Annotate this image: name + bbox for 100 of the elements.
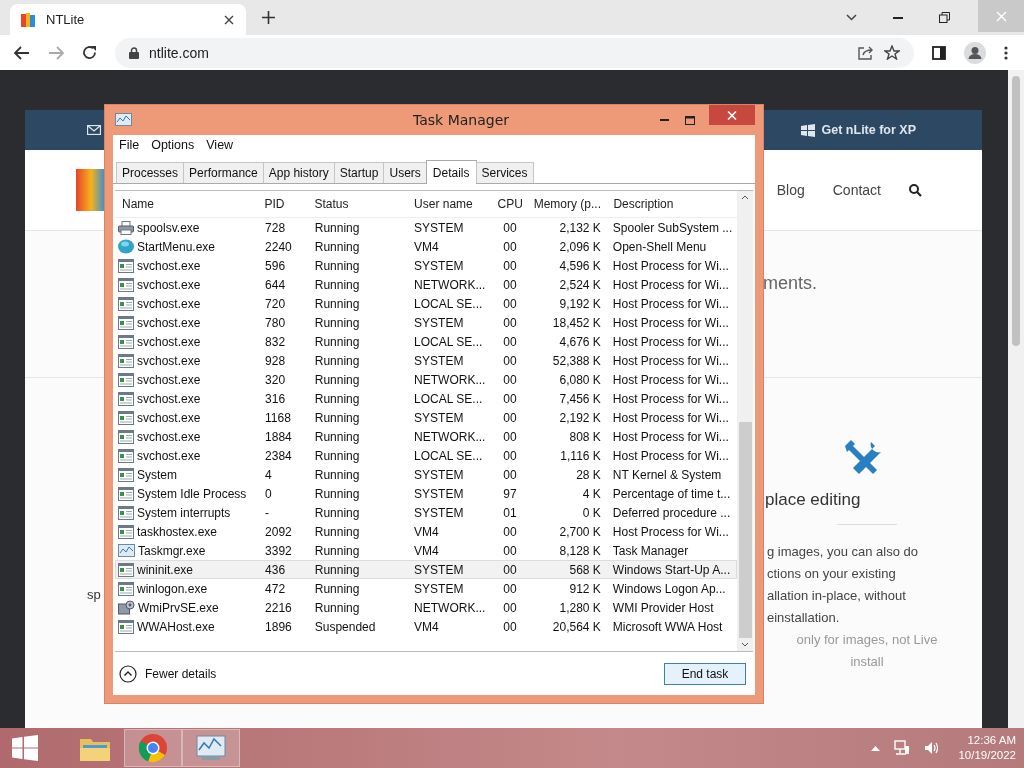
column-header[interactable]: User name xyxy=(408,197,493,211)
start-icon[interactable] xyxy=(12,735,38,761)
table-cell-text: Running xyxy=(313,315,361,330)
minimize-icon[interactable] xyxy=(893,16,903,19)
table-cell-text: VM4 xyxy=(413,543,440,558)
process-row[interactable]: svchost.exe 644 Running NETWORK... 00 2,524 K Host Process for Wi... xyxy=(115,275,737,294)
tab[interactable]: Details xyxy=(425,160,477,184)
table-cell-text: NETWORK... xyxy=(413,429,487,444)
menu-icon[interactable] xyxy=(1004,45,1008,60)
table-cell-text: 832 xyxy=(264,334,287,349)
process-row[interactable]: svchost.exe 1168 Running SYSTEM 00 2,192 K Host Process for Wi... xyxy=(115,408,737,427)
process-row[interactable]: StartMenu.exe 2240 Running VM4 00 2,096 K Open-Shell Menu xyxy=(115,237,737,256)
taskbar-app[interactable] xyxy=(182,729,240,767)
table-cell-text: 00 xyxy=(502,391,518,406)
process-row[interactable]: svchost.exe 320 Running NETWORK... 00 6,080 K Host Process for Wi... xyxy=(115,370,737,389)
process-row[interactable]: svchost.exe 832 Running LOCAL SE... 00 4,676 K Host Process for Wi... xyxy=(115,332,737,351)
fewer-details-link[interactable]: Fewer details xyxy=(119,664,217,683)
chevron-down-icon[interactable] xyxy=(741,642,749,647)
tab[interactable]: Startup xyxy=(333,162,385,183)
table-cell-text: Host Process for Wi... xyxy=(611,524,730,539)
header-link[interactable]: Get nLite for XP xyxy=(800,123,916,137)
process-row[interactable]: System interrupts - Running SYSTEM 01 0 K Deferred procedure ... xyxy=(115,503,737,522)
new-tab-icon[interactable] xyxy=(262,11,275,24)
process-row[interactable]: svchost.exe 316 Running LOCAL SE... 00 7,456 K Host Process for Wi... xyxy=(115,389,737,408)
process-row[interactable]: wininit.exe 436 Running SYSTEM 00 568 K Windows Start-Up A... xyxy=(115,560,737,579)
tab[interactable]: Services xyxy=(475,162,534,183)
table-cell: Taskmgr.exe xyxy=(138,543,206,558)
chevron-down-icon[interactable] xyxy=(846,14,857,21)
column-header[interactable]: Memory (p... xyxy=(527,197,608,211)
close-icon[interactable] xyxy=(224,14,234,25)
table-cell-text: Host Process for Wi... xyxy=(611,391,730,406)
chart-icon xyxy=(115,113,132,127)
feature-note: only for images, not Live xyxy=(796,631,938,649)
column-header[interactable]: Status xyxy=(308,197,409,211)
table-cell-text: 436 xyxy=(264,562,287,577)
process-row[interactable]: svchost.exe 720 Running LOCAL SE... 00 9,192 K Host Process for Wi... xyxy=(115,294,737,313)
window-icon xyxy=(118,562,134,577)
process-row[interactable]: taskhostex.exe 2092 Running VM4 00 2,700 K Host Process for Wi... xyxy=(115,522,737,541)
table-cell-text: LOCAL SE... xyxy=(413,391,484,406)
tab[interactable]: Users xyxy=(383,162,427,183)
process-row[interactable]: System 4 Running SYSTEM 00 28 K NT Kernel & System xyxy=(115,465,737,484)
close-button[interactable] xyxy=(709,105,755,125)
table-cell-text: Percentage of time t... xyxy=(611,486,732,501)
process-row[interactable]: WWAHost.exe 1896 Suspended VM4 00 20,564 K Microsoft WWA Host xyxy=(115,617,737,636)
menu-item[interactable]: Options xyxy=(151,138,195,154)
nav-link[interactable]: Contact xyxy=(832,182,881,198)
tab[interactable]: Performance xyxy=(183,162,264,183)
star-icon[interactable] xyxy=(884,45,900,60)
process-row[interactable]: winlogon.exe 472 Running SYSTEM 00 912 K Windows Logon Ap... xyxy=(115,579,737,598)
profile-icon[interactable] xyxy=(964,41,986,64)
table-cell-text: Running xyxy=(313,486,361,501)
tab[interactable]: Processes xyxy=(116,162,185,183)
address-bar[interactable]: ntlite.com xyxy=(115,37,914,68)
side-panel-icon[interactable] xyxy=(932,45,946,60)
nav-link[interactable]: Blog xyxy=(776,182,805,198)
tab[interactable]: App history xyxy=(262,162,335,183)
column-header[interactable]: Name xyxy=(115,197,259,211)
process-row[interactable]: svchost.exe 928 Running SYSTEM 00 52,388 K Host Process for Wi... xyxy=(115,351,737,370)
end-task-button[interactable]: End task xyxy=(664,662,746,685)
process-row[interactable]: WmiPrvSE.exe 2216 Running NETWORK... 00 1,280 K WMI Provider Host xyxy=(115,598,737,617)
column-header[interactable]: CPU xyxy=(492,197,528,211)
table-cell-text: 01 xyxy=(502,505,518,520)
taskbar-app[interactable] xyxy=(124,729,182,767)
page-scrollbar[interactable] xyxy=(1008,70,1024,728)
process-row[interactable]: svchost.exe 1884 Running NETWORK... 00 808 K Host Process for Wi... xyxy=(115,427,737,446)
reload-icon[interactable] xyxy=(82,45,97,60)
table-cell-text: Running xyxy=(313,239,361,254)
menu-item[interactable]: View xyxy=(206,138,234,154)
table-cell: System interrupts xyxy=(137,505,231,520)
maximize-icon[interactable] xyxy=(685,115,695,125)
table-cell-text: Open-Shell Menu xyxy=(611,239,708,254)
column-header[interactable]: Description xyxy=(607,197,737,211)
column-header[interactable]: PID xyxy=(258,197,309,211)
table-cell: svchost.exe xyxy=(137,315,201,330)
table-cell-text: 2,096 K xyxy=(558,239,602,254)
process-row[interactable]: svchost.exe 780 Running SYSTEM 00 18,452 K Host Process for Wi... xyxy=(115,313,737,332)
speaker-icon[interactable] xyxy=(924,741,941,755)
process-row[interactable]: System Idle Process 0 Running SYSTEM 97 4 K Percentage of time t... xyxy=(115,484,737,503)
process-row[interactable]: svchost.exe 2384 Running LOCAL SE... 00 1,116 K Host Process for Wi... xyxy=(115,446,737,465)
restore-icon[interactable] xyxy=(939,12,950,23)
back-icon[interactable] xyxy=(14,45,30,60)
share-icon[interactable] xyxy=(858,45,874,60)
process-row[interactable]: Taskmgr.exe 3392 Running VM4 00 8,128 K Task Manager xyxy=(115,541,737,560)
menu-item[interactable]: File xyxy=(119,138,140,154)
process-row[interactable]: svchost.exe 596 Running SYSTEM 00 4,596 K Host Process for Wi... xyxy=(115,256,737,275)
table-cell: System xyxy=(137,467,177,482)
table-scrollbar[interactable] xyxy=(737,191,753,651)
window-icon xyxy=(118,505,134,520)
table-cell-text: - xyxy=(264,505,271,520)
browser-tab[interactable]: NTLite xyxy=(10,4,246,35)
table-cell: wininit.exe xyxy=(137,562,194,577)
mail-icon[interactable] xyxy=(87,125,101,135)
chevron-up-icon[interactable] xyxy=(871,745,881,751)
search-icon[interactable] xyxy=(909,183,922,197)
process-row[interactable]: spoolsv.exe 728 Running SYSTEM 00 2,132 K Spooler SubSystem ... xyxy=(115,218,737,237)
network-icon[interactable] xyxy=(894,740,911,756)
table-cell-text: 1168 xyxy=(264,410,292,425)
chevron-up-icon[interactable] xyxy=(741,195,749,200)
table-cell-text: Running xyxy=(313,277,361,292)
table-cell: svchost.exe xyxy=(137,277,201,292)
